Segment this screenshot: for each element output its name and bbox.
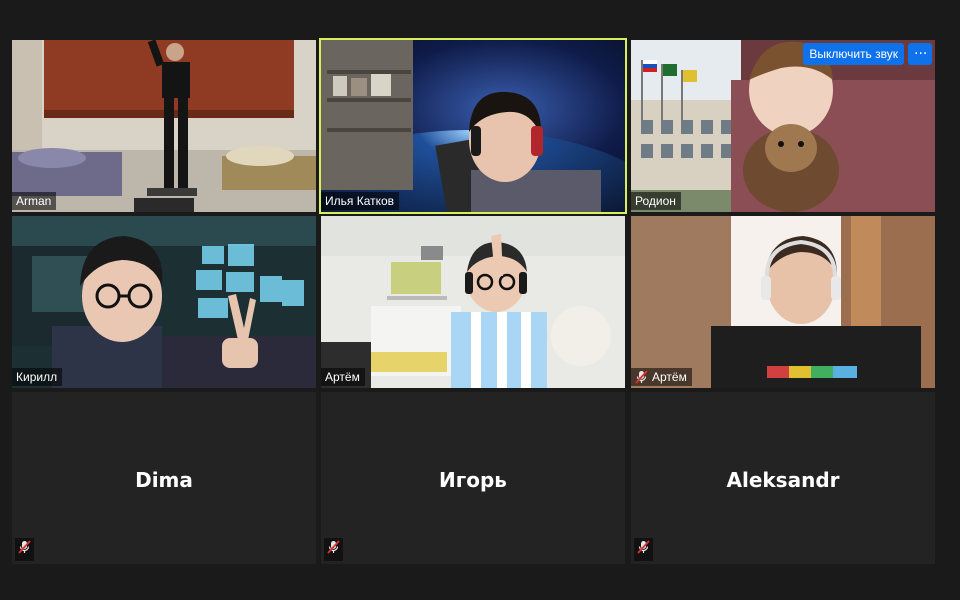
participant-tile-artyom-1[interactable]: Артём [321, 216, 625, 388]
gallery-grid: Arman Илья Катков Родион Выключить звук … [0, 0, 960, 600]
participant-video [631, 40, 935, 212]
participant-tile-kirill[interactable]: Кирилл [12, 216, 316, 388]
participant-video [631, 216, 935, 388]
participant-tile-dima[interactable]: Dima [12, 392, 316, 564]
participant-name-tag: Артём [631, 368, 692, 386]
participant-name: Родион [635, 194, 676, 208]
participant-name-tag: Кирилл [12, 368, 63, 386]
mute-participant-button[interactable]: Выключить звук [803, 43, 904, 65]
participant-video [321, 216, 625, 388]
more-options-button[interactable]: ··· [908, 43, 932, 65]
participant-name: Aleksandr [726, 468, 840, 492]
muted-mic-icon [635, 370, 648, 384]
participant-name: Игорь [439, 468, 507, 492]
participant-name-tag: Артём [321, 368, 365, 386]
participant-tile-aleksandr[interactable]: Aleksandr [631, 392, 935, 564]
participant-name: Илья Катков [325, 194, 395, 208]
mute-indicator [324, 538, 343, 561]
participant-video [321, 40, 625, 212]
mute-indicator [15, 538, 34, 561]
participant-name: Артём [325, 370, 360, 384]
participant-tile-rodion[interactable]: Родион Выключить звук ··· [631, 40, 935, 212]
participant-name-tag: Arman [12, 192, 57, 210]
participant-name: Кирилл [16, 370, 58, 384]
muted-mic-icon [327, 540, 340, 554]
mute-indicator [634, 538, 653, 561]
participant-tile-artyom-2[interactable]: Артём [631, 216, 935, 388]
participant-name: Arman [16, 194, 52, 208]
participant-name-tag: Родион [631, 192, 681, 210]
muted-mic-icon [637, 540, 650, 554]
participant-tile-arman[interactable]: Arman [12, 40, 316, 212]
participant-tile-ilya[interactable]: Илья Катков [319, 38, 627, 214]
participant-tile-igor[interactable]: Игорь [321, 392, 625, 564]
participant-name-tag: Илья Катков [321, 192, 400, 210]
participant-name: Артём [652, 370, 687, 384]
muted-mic-icon [18, 540, 31, 554]
participant-name: Dima [135, 468, 193, 492]
participant-video [12, 40, 316, 212]
participant-video [12, 216, 316, 388]
